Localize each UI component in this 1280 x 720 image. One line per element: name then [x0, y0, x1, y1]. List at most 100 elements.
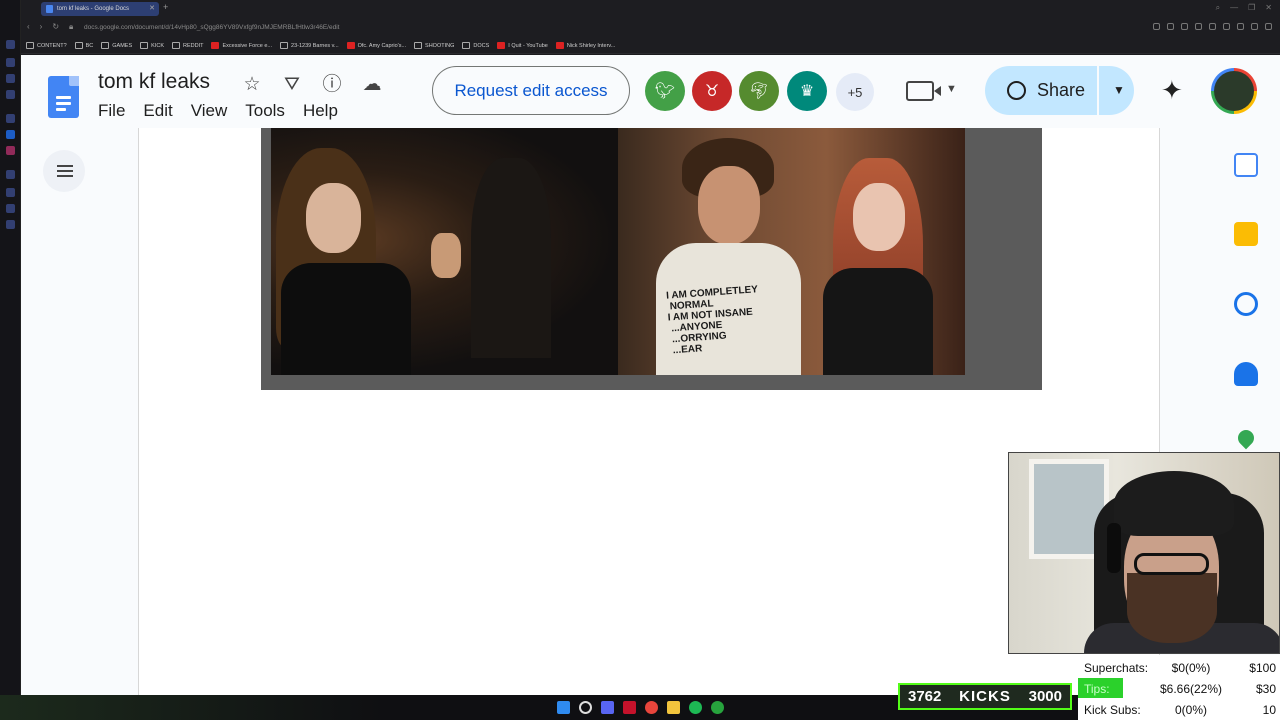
zoom-icon[interactable] [1153, 23, 1160, 30]
bookmark[interactable]: REDDIT [172, 42, 203, 49]
keep-icon[interactable] [1234, 222, 1258, 246]
search-icon[interactable]: ⌕ [1216, 3, 1220, 13]
folder-icon[interactable] [667, 701, 680, 714]
tab-close-icon[interactable]: ✕ [149, 4, 155, 12]
instagram-icon[interactable] [6, 146, 15, 155]
screen: tom kf leaks - Google Docs ✕ + ⌕ — ❐ ✕ ‹… [0, 0, 1280, 720]
wallet-icon[interactable] [1237, 23, 1244, 30]
gemini-spark-icon[interactable]: ✦ [1161, 77, 1183, 103]
bookmark[interactable]: Ofc. Amy Caprio's... [347, 42, 406, 49]
sidebar-app-icon[interactable] [6, 204, 15, 213]
stat-goal: 10 [1262, 703, 1276, 717]
menu-file[interactable]: File [98, 101, 135, 121]
kicks-current: 3762 [908, 688, 942, 705]
webcam-feed [1008, 452, 1280, 654]
docs-header: tom kf leaks ☆ ⛛ ⓘ ☁ File Edit View Tool… [21, 55, 1280, 128]
sidebar-app-icon[interactable] [6, 40, 15, 49]
outline-icon[interactable] [43, 150, 85, 192]
camera-icon[interactable] [1167, 23, 1174, 30]
anonymous-bull-avatar[interactable]: ♉︎ [692, 71, 732, 111]
reload-icon[interactable]: ↻ [52, 22, 59, 32]
anonymous-dolphin-avatar[interactable]: 🐬︎ [739, 71, 779, 111]
menu-tools[interactable]: Tools [245, 101, 295, 121]
messenger-icon[interactable] [6, 130, 15, 139]
player-icon[interactable] [1223, 23, 1230, 30]
menu-edit[interactable]: Edit [143, 101, 182, 121]
avatar[interactable] [1211, 68, 1257, 114]
minimize-icon[interactable]: — [1230, 3, 1238, 13]
photo-group-selfie: I AM COMPLETLEY NORMAL I AM NOT INSANE .… [618, 128, 965, 375]
chevron-down-icon[interactable]: ▼ [1113, 83, 1125, 97]
menu-help[interactable]: Help [303, 101, 348, 121]
stat-goal: $30 [1255, 682, 1276, 696]
anonymous-bird-avatar[interactable]: 🐦︎ [645, 71, 685, 111]
extension-icon[interactable] [1195, 23, 1202, 30]
bookmark[interactable]: KICK [140, 42, 164, 49]
menu-view[interactable]: View [191, 101, 238, 121]
kick-subs-row: Kick Subs: 0(0%) 10 [1078, 699, 1280, 720]
sidebar-app-icon[interactable] [6, 188, 15, 197]
heart-icon[interactable] [1209, 23, 1216, 30]
sidebar-app-icon[interactable] [6, 170, 15, 179]
chevron-down-icon[interactable]: ▼ [946, 83, 957, 95]
kicks-goal-widget: 3762 KICKS 3000 [898, 683, 1072, 710]
sidebar-app-icon[interactable] [6, 90, 15, 99]
bookmark[interactable]: 23-1239 Barnes v... [280, 42, 339, 49]
star-icon[interactable]: ☆ [241, 74, 263, 96]
maximize-icon[interactable]: ❐ [1248, 3, 1255, 13]
search-icon[interactable] [579, 701, 592, 714]
discord-icon[interactable] [601, 701, 614, 714]
info-icon[interactable]: ⓘ [321, 74, 343, 96]
bookmark[interactable]: Nick Shirley Interv... [556, 42, 616, 49]
share-button[interactable]: Share ▼ [985, 66, 1134, 115]
bookmark[interactable]: Excessive Force e... [211, 42, 272, 49]
aria-icon[interactable] [1265, 23, 1272, 30]
anonymous-axolotl-avatar[interactable]: ♛ [787, 71, 827, 111]
sidebar-app-icon[interactable] [6, 114, 15, 123]
more-collaborators[interactable]: +5 [836, 73, 874, 111]
document-page[interactable]: I AM COMPLETLEY NORMAL I AM NOT INSANE .… [138, 128, 1160, 695]
stat-label: Tips: [1078, 678, 1123, 698]
meet-icon[interactable] [906, 81, 941, 101]
stat-label: Kick Subs: [1084, 703, 1141, 717]
bookmark[interactable]: DOCS [462, 42, 489, 49]
spotify-icon[interactable] [689, 701, 702, 714]
maps-icon[interactable] [1234, 426, 1258, 450]
browser-sidebar [0, 0, 21, 720]
embedded-image[interactable]: I AM COMPLETLEY NORMAL I AM NOT INSANE .… [261, 128, 1042, 390]
bookmarks-bar: CONTENT? BC GAMES KICK REDDIT Excessive … [21, 38, 1280, 54]
back-icon[interactable]: ‹ [27, 22, 30, 32]
download-icon[interactable] [1181, 23, 1188, 30]
photo-car-selfie [271, 128, 618, 375]
sidebar-app-icon[interactable] [6, 58, 15, 67]
cloud-saved-icon[interactable]: ☁ [361, 74, 383, 96]
settings-icon[interactable] [1251, 23, 1258, 30]
chrome-icon[interactable] [645, 701, 658, 714]
new-tab-icon[interactable]: + [163, 2, 168, 12]
window-controls: ⌕ — ❐ ✕ [1216, 3, 1272, 13]
bookmark[interactable]: BC [75, 42, 94, 49]
url-field[interactable]: docs.google.com/document/d/14vHp80_sQgg8… [84, 24, 339, 31]
xbox-icon[interactable] [711, 701, 724, 714]
bookmark[interactable]: CONTENT? [26, 42, 67, 49]
stat-label: Superchats: [1084, 661, 1149, 675]
contacts-icon[interactable] [1234, 362, 1258, 386]
globe-icon [1007, 81, 1026, 100]
bookmark[interactable]: SHOOTING [414, 42, 454, 49]
docs-logo-icon[interactable] [48, 76, 79, 118]
calendar-icon[interactable] [1234, 153, 1258, 177]
windows-start-icon[interactable] [557, 701, 570, 714]
request-edit-access-button[interactable]: Request edit access [432, 66, 630, 115]
opera-icon[interactable] [623, 701, 636, 714]
move-to-drive-icon[interactable]: ⛛ [281, 74, 303, 96]
tasks-icon[interactable] [1234, 292, 1258, 316]
sidebar-app-icon[interactable] [6, 220, 15, 229]
bookmark[interactable]: GAMES [101, 42, 132, 49]
superchats-row: Superchats: $0(0%) $100 [1078, 657, 1280, 678]
forward-icon[interactable]: › [40, 22, 43, 32]
close-icon[interactable]: ✕ [1265, 3, 1272, 13]
document-title[interactable]: tom kf leaks [98, 70, 210, 94]
tab-google-docs[interactable]: tom kf leaks - Google Docs ✕ [41, 2, 159, 16]
sidebar-app-icon[interactable] [6, 74, 15, 83]
bookmark[interactable]: I Quit - YouTube [497, 42, 548, 49]
